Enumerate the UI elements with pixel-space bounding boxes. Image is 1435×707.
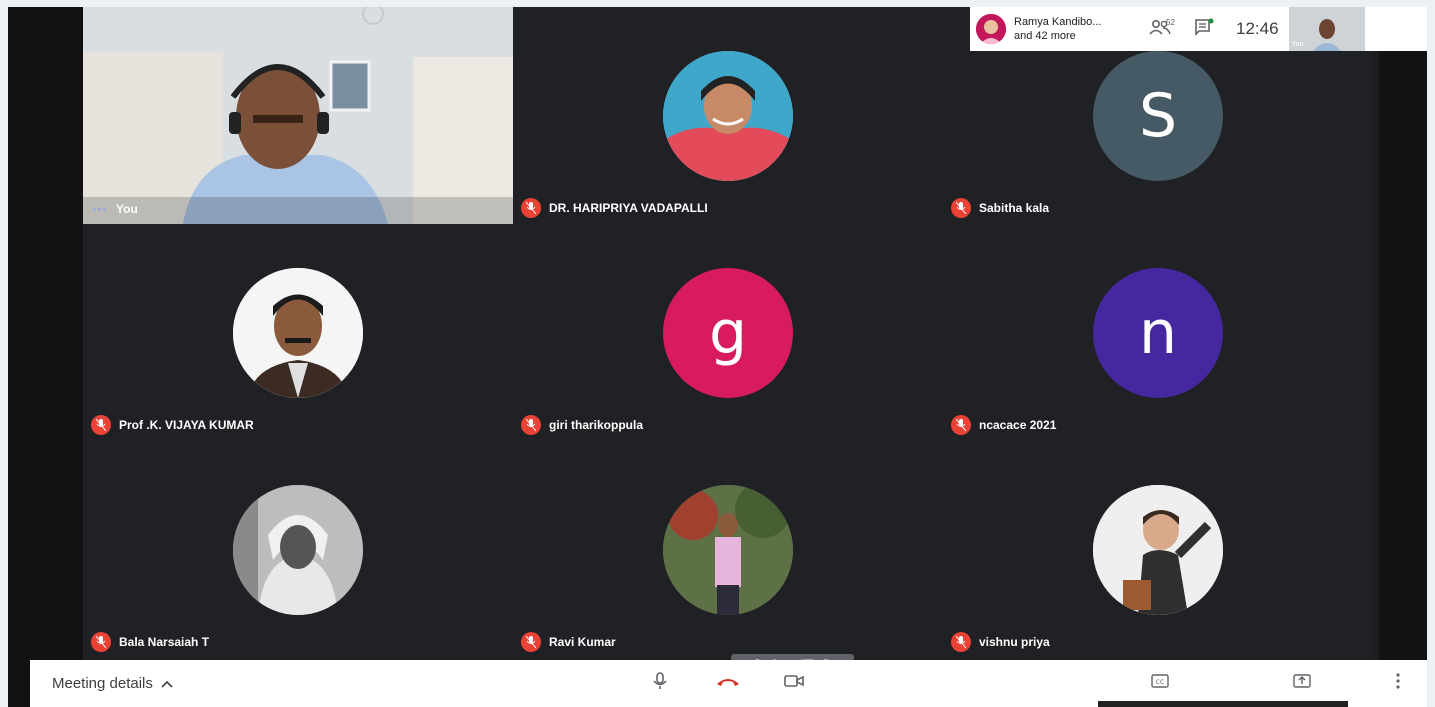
right-border <box>1379 7 1427 707</box>
mic-off-icon <box>521 632 541 652</box>
presenter-avatar <box>976 14 1006 44</box>
participant-name: Prof .K. VIJAYA KUMAR <box>119 418 254 432</box>
mic-off-icon <box>91 632 111 652</box>
participant-tile[interactable]: Bala Narsaiah T <box>83 441 513 658</box>
participant-name: Ravi Kumar <box>549 635 616 649</box>
hangup-icon <box>715 675 741 693</box>
participant-avatar <box>663 485 793 615</box>
participant-tile[interactable]: vishnu priya <box>943 441 1373 658</box>
avatar-initial: g <box>708 298 748 368</box>
participant-name: You <box>116 202 138 216</box>
presenter-summary[interactable]: Ramya Kandibo... and 42 more <box>970 14 1138 44</box>
presenter-name: Ramya Kandibo... <box>1014 16 1102 28</box>
mic-icon <box>653 672 667 695</box>
avatar-initial: n <box>1138 298 1178 368</box>
participant-tile[interactable]: g giri tharikoppula <box>513 224 943 441</box>
presenter-more: and 42 more <box>1014 30 1076 42</box>
mic-off-icon <box>951 415 971 435</box>
chat-button[interactable] <box>1182 7 1226 51</box>
mic-off-icon <box>951 198 971 218</box>
chat-icon <box>1194 18 1214 41</box>
present-button[interactable] <box>1274 660 1330 707</box>
captions-button[interactable]: CC <box>1132 660 1188 707</box>
camera-icon <box>784 674 804 693</box>
self-video-feed <box>83 7 513 224</box>
meeting-details-label: Meeting details <box>52 675 153 692</box>
participant-tile[interactable]: DR. HARIPRIYA VADAPALLI <box>513 7 943 224</box>
participant-avatar <box>233 485 363 615</box>
participant-name: Bala Narsaiah T <box>119 635 210 649</box>
more-icon <box>1396 673 1400 694</box>
self-preview-thumbnail[interactable]: You <box>1288 7 1365 51</box>
participant-tile[interactable]: n ncacace 2021 <box>943 224 1373 441</box>
participant-avatar: S <box>1093 51 1223 181</box>
video-grid: You DR. HARIPRIYA VADAPALLI S Sabitha ka… <box>8 7 1427 707</box>
participant-tile[interactable]: Ravi Kumar <box>513 441 943 658</box>
bottom-edge-strip <box>1098 701 1348 707</box>
mic-off-icon <box>951 632 971 652</box>
hangup-button[interactable] <box>700 660 756 707</box>
participant-name: DR. HARIPRIYA VADAPALLI <box>549 201 708 215</box>
participant-name: Sabitha kala <box>979 201 1050 215</box>
mic-button[interactable] <box>632 660 688 707</box>
top-status-bar: Ramya Kandibo... and 42 more 52 12:46 Yo… <box>970 7 1427 51</box>
participant-name: vishnu priya <box>979 635 1050 649</box>
left-border <box>8 7 83 707</box>
chevron-up-icon <box>161 675 173 692</box>
participant-name: ncacace 2021 <box>979 418 1057 432</box>
participant-avatar <box>1093 485 1223 615</box>
participant-avatar: g <box>663 268 793 398</box>
clock: 12:46 <box>1236 19 1279 38</box>
participant-avatar: n <box>1093 268 1223 398</box>
self-video-tile[interactable]: You <box>83 7 513 224</box>
captions-icon: CC <box>1151 674 1169 693</box>
avatar-initial: S <box>1138 81 1178 151</box>
audio-level-icon <box>93 207 106 211</box>
participant-avatar <box>663 51 793 181</box>
svg-text:CC: CC <box>1156 679 1164 686</box>
mic-off-icon <box>91 415 111 435</box>
more-options-button[interactable] <box>1370 660 1426 707</box>
people-count: 52 <box>1166 18 1175 27</box>
bottom-control-bar: Meeting details CC <box>30 660 1427 707</box>
meeting-details-button[interactable]: Meeting details <box>30 675 173 692</box>
participant-tile[interactable]: Prof .K. VIJAYA KUMAR <box>83 224 513 441</box>
mic-off-icon <box>521 198 541 218</box>
camera-button[interactable] <box>766 660 822 707</box>
mic-off-icon <box>521 415 541 435</box>
present-icon <box>1293 674 1311 693</box>
people-button[interactable]: 52 <box>1138 7 1182 51</box>
participant-name: giri tharikoppula <box>549 418 644 432</box>
self-thumb-label: You <box>1291 41 1304 48</box>
participant-avatar <box>233 268 363 398</box>
